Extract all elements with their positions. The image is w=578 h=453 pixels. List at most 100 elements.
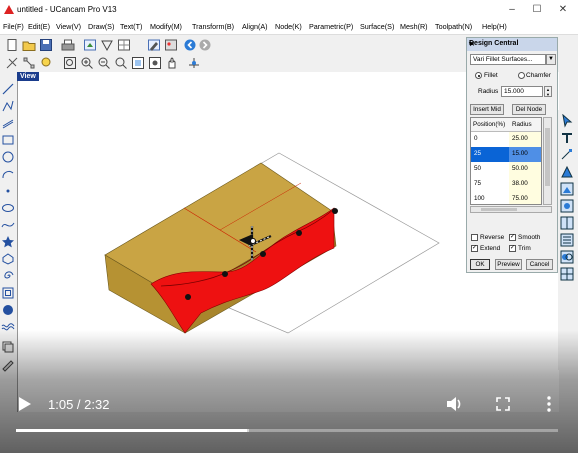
volume-icon[interactable]	[446, 396, 464, 412]
point-tool-icon[interactable]	[1, 184, 15, 198]
table-row[interactable]: 0 25.00	[471, 132, 541, 147]
spiral-tool-icon[interactable]	[1, 269, 15, 283]
insert-mid-button[interactable]: Insert Mid	[470, 104, 504, 115]
zoom-selected-icon[interactable]	[147, 55, 161, 69]
bulb-icon[interactable]	[38, 55, 52, 69]
close-button[interactable]: ✕	[553, 3, 573, 17]
edit-image-icon[interactable]	[146, 37, 160, 51]
play-icon[interactable]	[18, 396, 32, 412]
zoom-previous-icon[interactable]	[113, 55, 127, 69]
new-file-icon[interactable]	[4, 37, 18, 51]
progress-bar[interactable]	[16, 429, 558, 432]
radius-cell[interactable]: 50.00	[512, 165, 528, 172]
polyline-tool-icon[interactable]	[1, 99, 15, 113]
panel-close-icon[interactable]: ✕	[469, 40, 555, 48]
more-options-icon[interactable]	[546, 396, 552, 412]
table-row[interactable]: 100 75.00	[471, 192, 541, 204]
transform-icon[interactable]	[560, 165, 574, 179]
position-cell: 50	[474, 165, 482, 172]
snap-icon[interactable]	[21, 55, 35, 69]
zoom-out-icon[interactable]	[96, 55, 110, 69]
circle-tool-icon[interactable]	[1, 150, 15, 164]
layout-icon[interactable]	[560, 267, 574, 281]
chamfer-radio[interactable]	[518, 72, 525, 79]
open-folder-icon[interactable]	[21, 37, 36, 51]
table-horizontal-scrollbar[interactable]	[470, 206, 552, 213]
menu-draw[interactable]: Draw(S)	[88, 22, 114, 31]
fill-tool-icon[interactable]	[1, 303, 15, 317]
zoom-extents-icon[interactable]	[130, 55, 144, 69]
zoom-window-icon[interactable]	[62, 55, 76, 69]
table-row-selected[interactable]: 25 15.00	[471, 147, 541, 162]
menu-file[interactable]: File(F)	[3, 22, 24, 31]
rectangle-tool-icon[interactable]	[1, 133, 15, 147]
radius-cell[interactable]: 25.00	[512, 135, 528, 142]
menu-view[interactable]: View(V)	[56, 22, 81, 31]
menu-help[interactable]: Help(H)	[482, 22, 507, 31]
menu-transform[interactable]: Transform(B)	[192, 22, 234, 31]
menu-toolpath[interactable]: Toolpath(N)	[435, 22, 472, 31]
mirror-icon[interactable]	[560, 216, 574, 230]
radius-cell[interactable]: 75.00	[512, 195, 528, 202]
grid-icon[interactable]	[116, 37, 130, 51]
save-icon[interactable]	[38, 37, 52, 51]
cancel-button[interactable]: Cancel	[526, 259, 553, 270]
boolean-icon[interactable]	[560, 250, 574, 264]
del-node-button[interactable]: Del Node	[512, 104, 546, 115]
table-vertical-scrollbar[interactable]	[543, 117, 552, 205]
ok-button[interactable]: OK	[470, 259, 490, 270]
menu-node[interactable]: Node(K)	[275, 22, 302, 31]
copy-icon[interactable]	[560, 199, 574, 213]
polygon-tool-icon[interactable]	[1, 252, 15, 266]
shape-tool-icon[interactable]	[99, 37, 113, 52]
ellipse-tool-icon[interactable]	[1, 201, 15, 215]
preview-button[interactable]: Preview	[495, 259, 522, 270]
zoom-in-icon[interactable]	[79, 55, 93, 69]
table-row[interactable]: 75 38.00	[471, 177, 541, 192]
line-tool-icon[interactable]	[1, 82, 15, 96]
spline-tool-icon[interactable]	[1, 218, 15, 232]
radius-spinner[interactable]: ▲ ▼	[544, 86, 552, 97]
table-row[interactable]: 50 50.00	[471, 162, 541, 177]
back-arrow-icon[interactable]	[182, 37, 196, 51]
print-icon[interactable]	[60, 37, 75, 51]
node-edit-icon[interactable]	[560, 148, 574, 162]
menu-parametric[interactable]: Parametric(P)	[309, 22, 353, 31]
rotate-view-icon[interactable]	[186, 55, 200, 69]
fullscreen-icon[interactable]	[496, 397, 510, 411]
panel-title-bar[interactable]: Design Central ▾ ✕	[467, 38, 557, 51]
extend-checkbox[interactable]: ✓	[471, 245, 478, 252]
fillet-radio[interactable]	[475, 72, 482, 79]
reverse-checkbox[interactable]	[471, 234, 478, 241]
trim-checkbox[interactable]: ✓	[509, 245, 516, 252]
arc-tool-icon[interactable]	[1, 167, 15, 181]
tool-select-dropdown[interactable]: Vari Fillet Surfaces...	[470, 54, 546, 65]
forward-arrow-icon[interactable]	[197, 37, 211, 51]
align-tool-icon[interactable]	[4, 55, 18, 69]
menu-surface[interactable]: Surface(S)	[360, 22, 394, 31]
minimize-button[interactable]: –	[502, 3, 522, 17]
menu-mesh[interactable]: Mesh(R)	[400, 22, 428, 31]
smooth-checkbox[interactable]: ✓	[509, 234, 516, 241]
text-tool-icon[interactable]	[560, 131, 574, 145]
offset-tool-icon[interactable]	[1, 286, 15, 300]
viewport-tab[interactable]: View	[17, 72, 39, 81]
array-icon[interactable]	[560, 233, 574, 247]
menu-text[interactable]: Text(T)	[120, 22, 142, 31]
star-tool-icon[interactable]	[1, 235, 15, 249]
menu-modify[interactable]: Modify(M)	[150, 22, 182, 31]
smooth-label: Smooth	[518, 234, 541, 241]
group-icon[interactable]	[560, 182, 574, 196]
menu-align[interactable]: Align(A)	[242, 22, 268, 31]
radius-cell[interactable]: 38.00	[512, 180, 528, 187]
pan-hand-icon[interactable]	[164, 55, 178, 69]
select-arrow-icon[interactable]	[560, 113, 574, 128]
bitmap-icon[interactable]	[163, 37, 177, 51]
maximize-button[interactable]: ☐	[527, 3, 547, 17]
radius-input[interactable]: 15.000	[501, 86, 543, 97]
multiline-tool-icon[interactable]	[1, 116, 15, 130]
import-icon[interactable]	[82, 37, 96, 51]
menu-edit[interactable]: Edit(E)	[28, 22, 50, 31]
radius-cell[interactable]: 15.00	[512, 150, 528, 157]
chevron-down-icon[interactable]: ▼	[546, 54, 556, 65]
